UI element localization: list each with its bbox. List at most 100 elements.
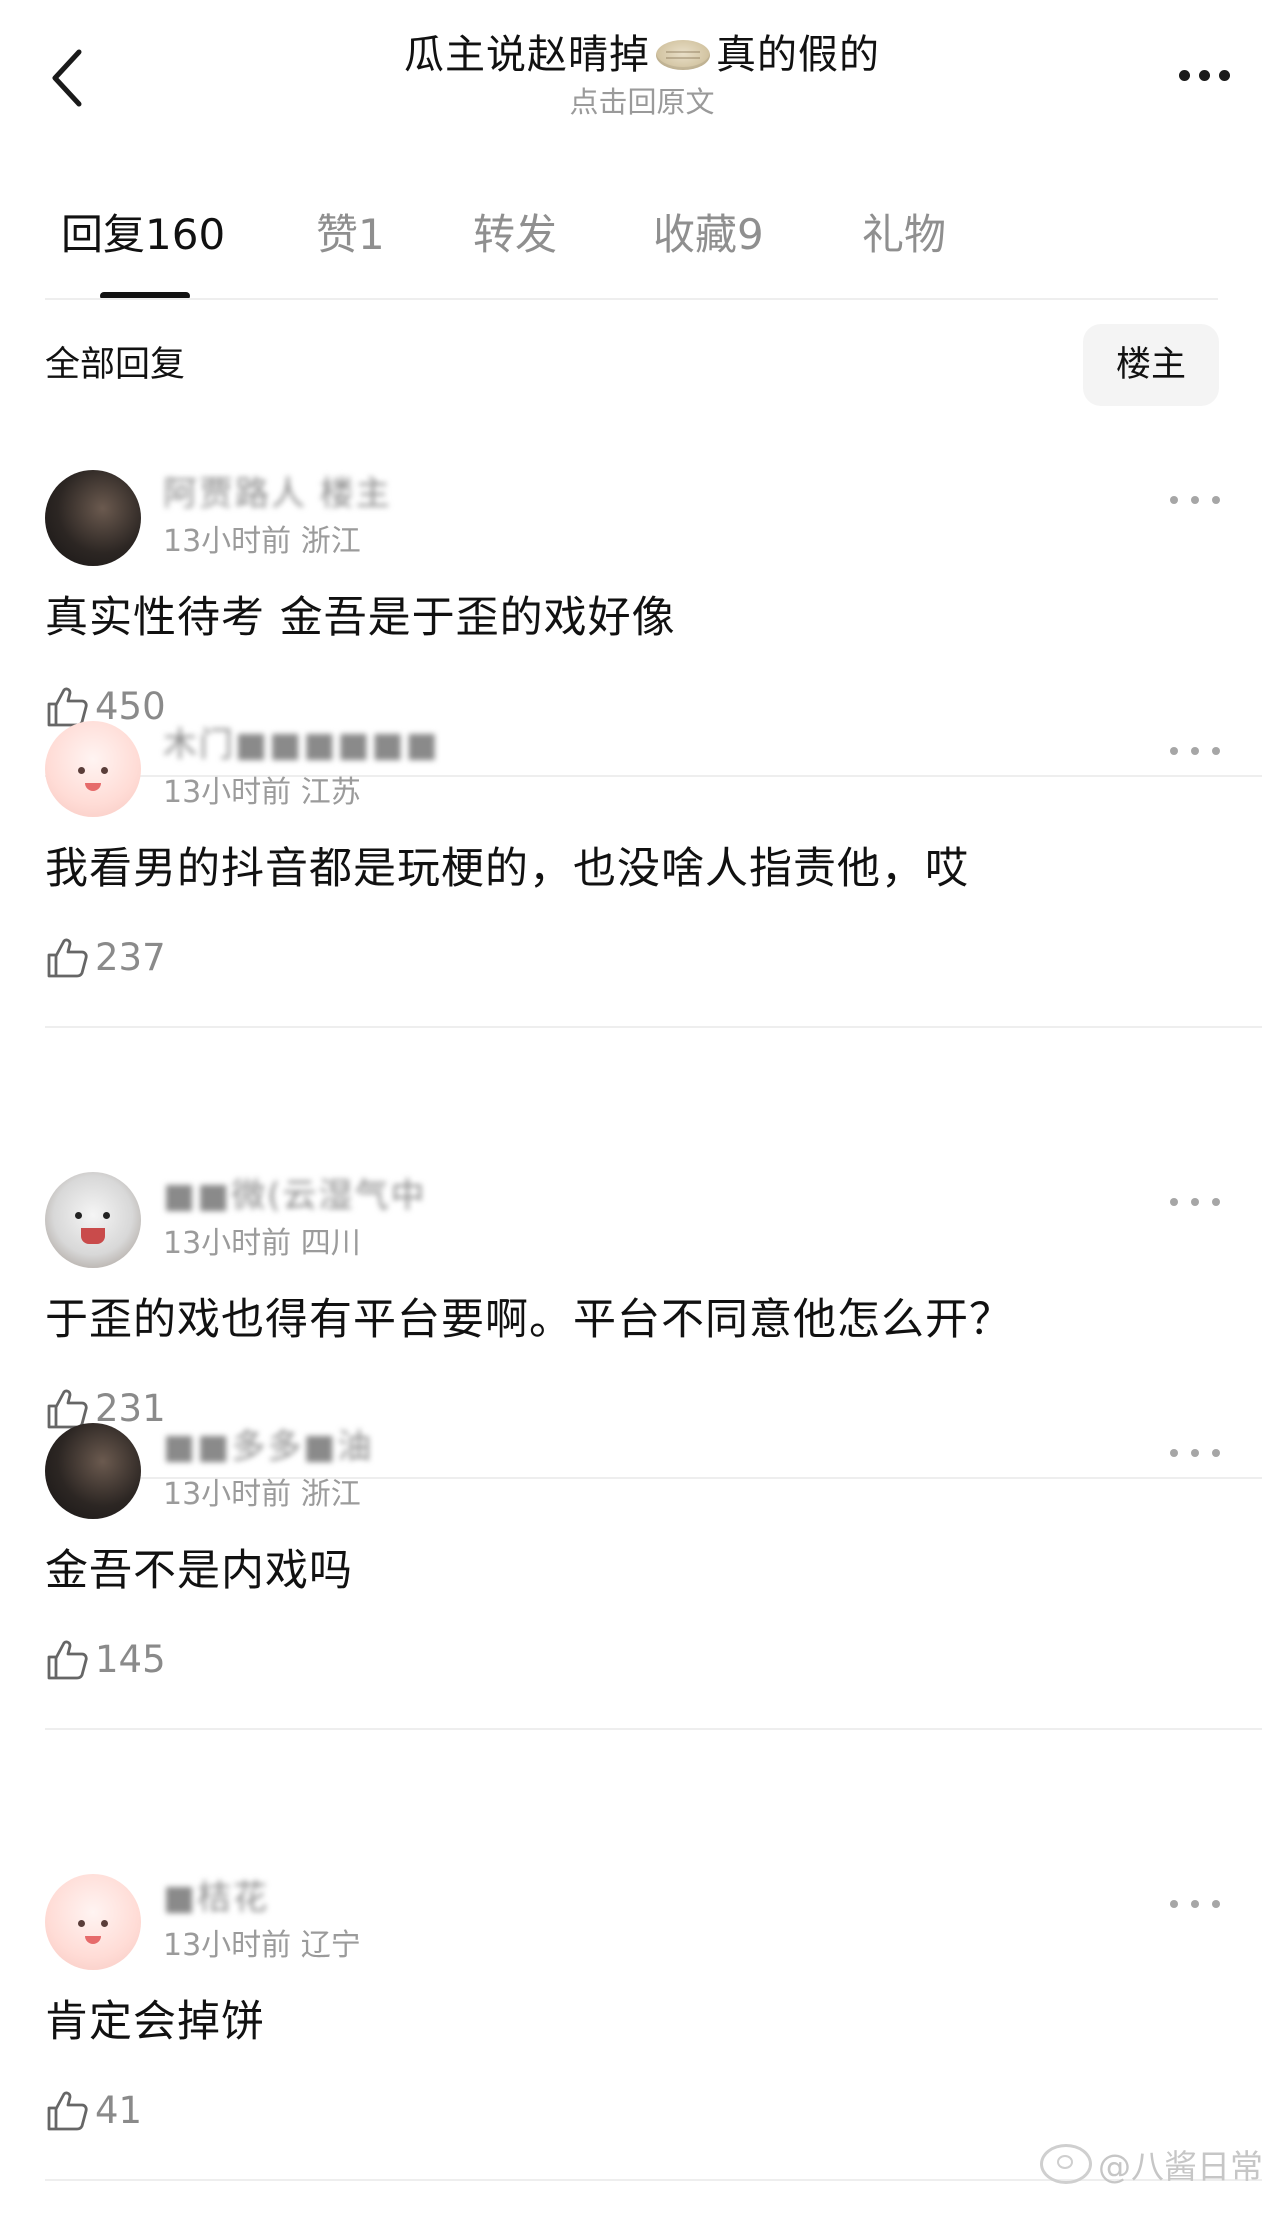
username[interactable]: ■桔花 bbox=[163, 1876, 269, 1920]
comment-location: 浙江 bbox=[300, 1477, 361, 1512]
comment-text: 我看男的抖音都是玩梗的，也没啥人指责他，哎 bbox=[45, 844, 969, 894]
more-horizontal-icon bbox=[1212, 1198, 1220, 1206]
comment-item: ■■多多■油 13小时前 浙江 金吾不是内戏吗 145 bbox=[0, 1423, 1284, 1773]
tab-favorites[interactable]: 收藏9 bbox=[653, 200, 764, 280]
comment-time: 13小时前 bbox=[163, 524, 292, 559]
username[interactable]: ■■微(云湿气中 bbox=[163, 1174, 427, 1218]
watermark-text: @八酱日常 bbox=[1098, 2147, 1263, 2186]
comment-more-button[interactable] bbox=[1170, 1443, 1220, 1463]
more-horizontal-icon bbox=[1198, 69, 1210, 81]
post-title-part2: 真的假的 bbox=[716, 32, 880, 78]
tab-label: 礼物 bbox=[862, 210, 947, 259]
avatar[interactable] bbox=[45, 1874, 141, 1970]
comment-more-button[interactable] bbox=[1170, 490, 1220, 510]
avatar-mouth bbox=[85, 783, 101, 791]
thumbs-up-icon bbox=[47, 2091, 88, 2131]
tab-count: 160 bbox=[145, 210, 226, 259]
more-horizontal-icon bbox=[1170, 1449, 1178, 1457]
username[interactable]: ■■多多■油 bbox=[163, 1425, 373, 1469]
comment-meta: 13小时前 浙江 bbox=[163, 520, 361, 564]
comment-time: 13小时前 bbox=[163, 775, 292, 810]
more-horizontal-icon bbox=[1191, 1198, 1199, 1206]
more-horizontal-icon bbox=[1191, 747, 1199, 755]
like-button[interactable]: 237 bbox=[45, 931, 166, 985]
avatar[interactable] bbox=[45, 1423, 141, 1519]
tab-label: 转发 bbox=[473, 210, 558, 259]
divider bbox=[45, 1026, 1262, 1028]
tab-likes[interactable]: 赞1 bbox=[316, 200, 385, 280]
tab-replies[interactable]: 回复160 bbox=[61, 200, 225, 280]
avatar-eye bbox=[101, 1920, 108, 1927]
avatar[interactable] bbox=[45, 721, 141, 817]
more-horizontal-icon bbox=[1170, 496, 1178, 504]
more-horizontal-icon bbox=[1170, 1900, 1178, 1908]
all-replies-label: 全部回复 bbox=[45, 345, 186, 385]
like-count: 41 bbox=[95, 2089, 143, 2132]
weibo-logo-icon bbox=[1040, 2144, 1092, 2184]
comment-time: 13小时前 bbox=[163, 1477, 292, 1512]
like-button[interactable]: 145 bbox=[45, 1633, 166, 1687]
back-button[interactable] bbox=[38, 38, 94, 118]
comment-meta: 13小时前 四川 bbox=[163, 1222, 361, 1266]
comment-text: 金吾不是内戏吗 bbox=[45, 1546, 353, 1596]
tab-gifts[interactable]: 礼物 bbox=[862, 200, 946, 280]
avatar[interactable] bbox=[45, 1172, 141, 1268]
comment-location: 四川 bbox=[300, 1226, 361, 1261]
comment-time: 13小时前 bbox=[163, 1928, 292, 1963]
avatar-eye bbox=[78, 767, 85, 774]
tab-label: 收藏 bbox=[653, 210, 738, 259]
more-horizontal-icon bbox=[1212, 1449, 1220, 1457]
tabs-divider bbox=[45, 298, 1218, 300]
comment-meta: 13小时前 浙江 bbox=[163, 1473, 361, 1517]
username[interactable]: 木门■■■■■■ bbox=[163, 723, 440, 767]
post-title: 瓜主说赵晴掉 真的假的 bbox=[404, 28, 880, 82]
owner-only-button[interactable]: 楼主 bbox=[1083, 324, 1219, 406]
more-horizontal-icon bbox=[1191, 496, 1199, 504]
avatar-eye bbox=[103, 1212, 110, 1219]
comment-location: 江苏 bbox=[300, 775, 361, 810]
tab-count: 1 bbox=[358, 210, 385, 259]
post-title-part1: 瓜主说赵晴掉 bbox=[404, 32, 650, 78]
more-horizontal-icon bbox=[1191, 1449, 1199, 1457]
comment-location: 辽宁 bbox=[300, 1928, 361, 1963]
avatar-mouth bbox=[85, 1936, 101, 1944]
thumbs-up-icon bbox=[47, 938, 88, 978]
avatar-eye bbox=[101, 767, 108, 774]
more-horizontal-icon bbox=[1212, 1900, 1220, 1908]
more-horizontal-icon bbox=[1178, 69, 1190, 81]
more-options-button[interactable] bbox=[1164, 55, 1244, 95]
avatar[interactable] bbox=[45, 470, 141, 566]
tab-label: 赞 bbox=[316, 210, 359, 259]
like-count: 237 bbox=[95, 936, 166, 979]
pie-icon bbox=[656, 40, 710, 70]
divider bbox=[45, 1728, 1262, 1730]
tab-label: 回复 bbox=[61, 210, 146, 259]
page: 瓜主说赵晴掉 真的假的 点击回原文 回复160 赞1 转发 收藏9 礼物 全部回… bbox=[0, 0, 1284, 2231]
comment-text: 肯定会掉饼 bbox=[45, 1997, 265, 2047]
open-original-link[interactable]: 点击回原文 bbox=[250, 82, 1034, 122]
avatar-mouth bbox=[81, 1228, 105, 1244]
comment-time: 13小时前 bbox=[163, 1226, 292, 1261]
username[interactable]: 阿贾路人 楼主 bbox=[163, 472, 392, 516]
more-horizontal-icon bbox=[1212, 747, 1220, 755]
avatar-eye bbox=[75, 1212, 82, 1219]
comment-more-button[interactable] bbox=[1170, 1192, 1220, 1212]
comment-location: 浙江 bbox=[300, 524, 361, 559]
comment-more-button[interactable] bbox=[1170, 1894, 1220, 1914]
comment-meta: 13小时前 辽宁 bbox=[163, 1924, 361, 1968]
comment-more-button[interactable] bbox=[1170, 741, 1220, 761]
more-horizontal-icon bbox=[1170, 747, 1178, 755]
more-horizontal-icon bbox=[1191, 1900, 1199, 1908]
more-horizontal-icon bbox=[1212, 496, 1220, 504]
tab-reposts[interactable]: 转发 bbox=[473, 200, 557, 280]
title-area[interactable]: 瓜主说赵晴掉 真的假的 点击回原文 bbox=[250, 28, 1034, 122]
tab-bar: 回复160 赞1 转发 收藏9 礼物 bbox=[0, 200, 1284, 304]
top-bar: 瓜主说赵晴掉 真的假的 点击回原文 bbox=[0, 0, 1284, 140]
like-button[interactable]: 41 bbox=[45, 2084, 142, 2138]
tab-count: 9 bbox=[737, 210, 764, 259]
comment-text: 真实性待考 金吾是于歪的戏好像 bbox=[45, 593, 676, 643]
avatar-eye bbox=[78, 1920, 85, 1927]
comment-meta: 13小时前 江苏 bbox=[163, 771, 361, 815]
more-horizontal-icon bbox=[1170, 1198, 1178, 1206]
like-count: 145 bbox=[95, 1638, 166, 1681]
